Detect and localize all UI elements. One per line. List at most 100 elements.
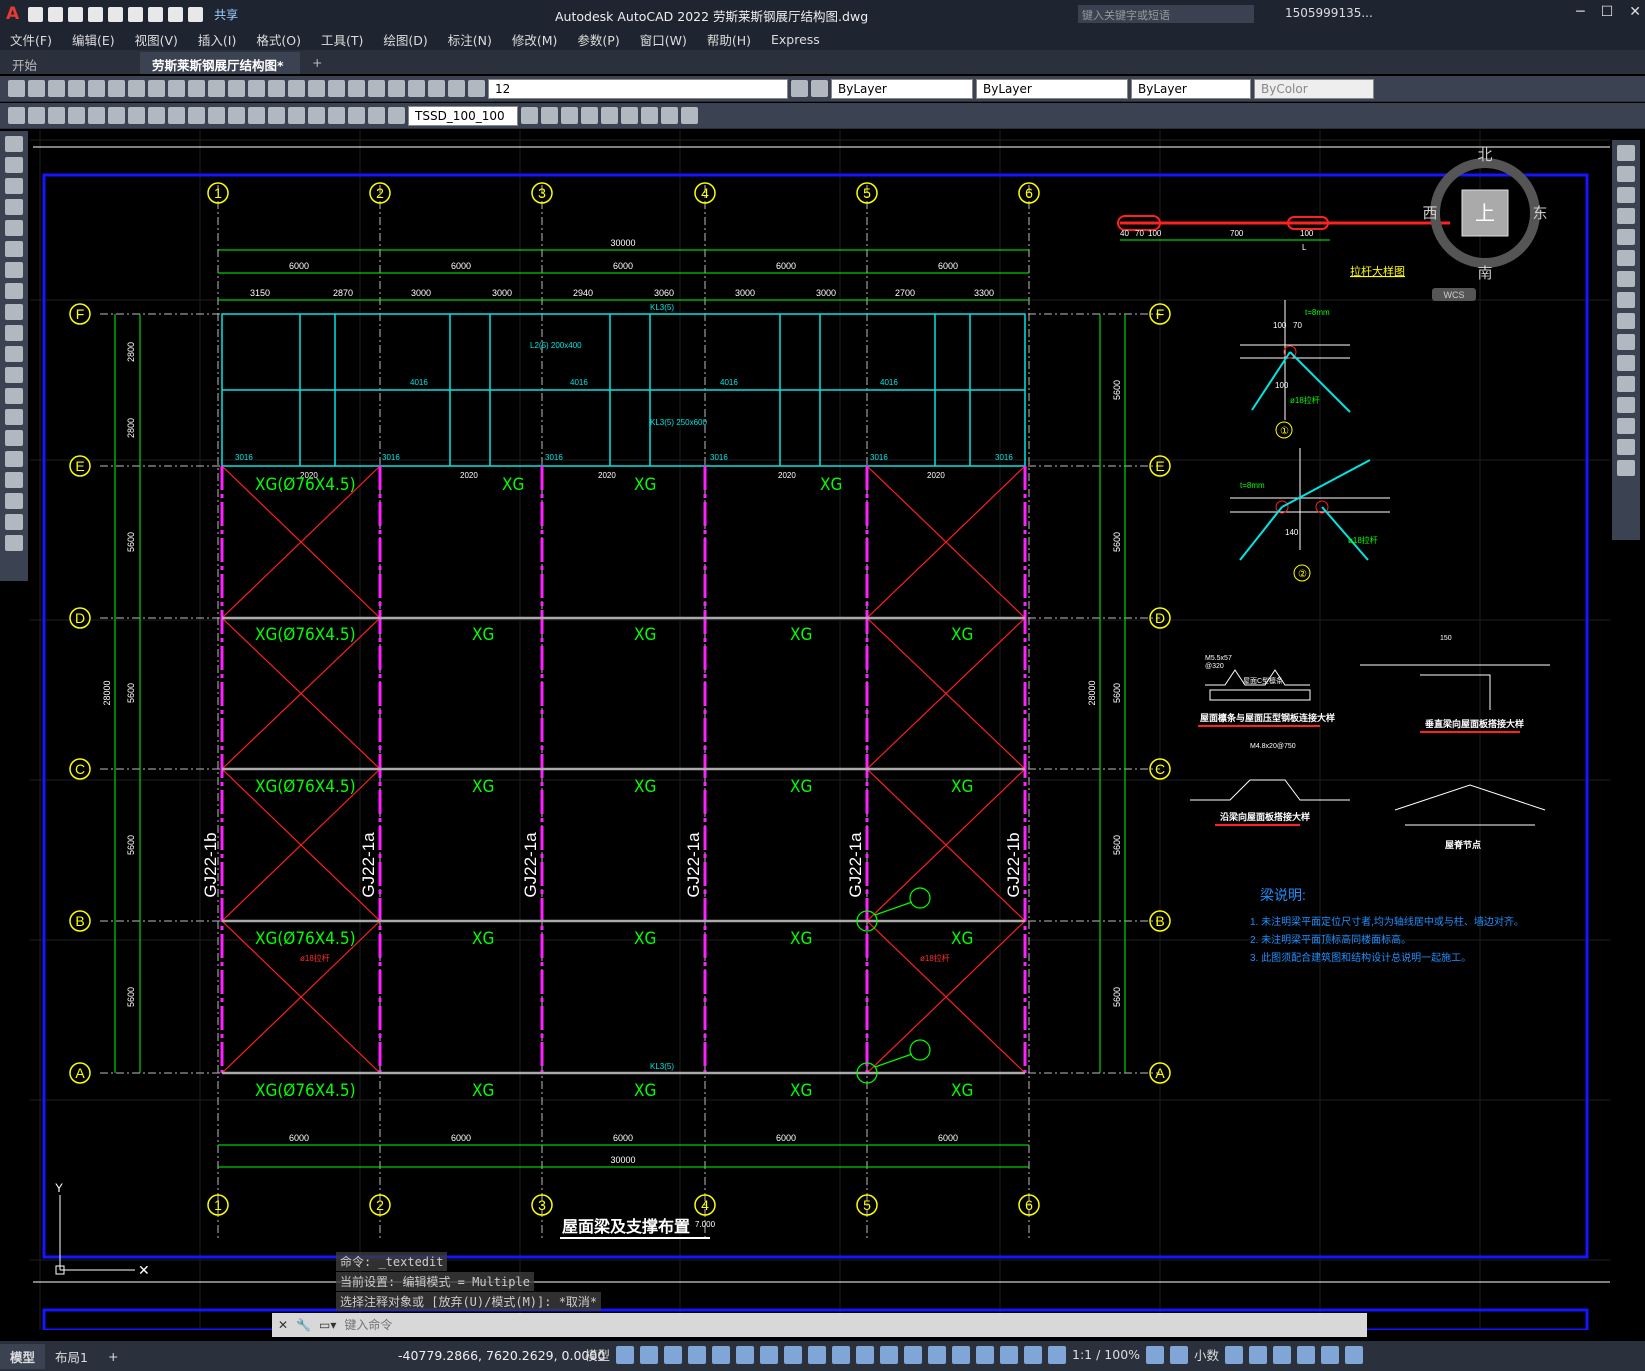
rectangle-icon[interactable]: [5, 220, 23, 236]
break-icon[interactable]: [1617, 376, 1635, 392]
revcloud-icon[interactable]: [5, 283, 23, 299]
stretch-icon[interactable]: [1617, 313, 1635, 329]
point-icon[interactable]: [5, 409, 23, 425]
copy-obj-icon[interactable]: [1617, 166, 1635, 182]
offset-icon[interactable]: [1617, 208, 1635, 224]
print-icon[interactable]: [68, 80, 85, 97]
infer-icon[interactable]: [664, 1345, 683, 1364]
gradient-icon[interactable]: [5, 451, 23, 467]
insert-block-icon[interactable]: [5, 367, 23, 383]
maximize-icon[interactable]: ☐: [1601, 4, 1614, 20]
preview-icon[interactable]: [88, 80, 105, 97]
xline-icon[interactable]: [5, 157, 23, 173]
dim-space-icon[interactable]: [228, 107, 245, 124]
viewcube[interactable]: 上 北 南 东 西 WCS: [1422, 147, 1548, 301]
otrack-icon[interactable]: [784, 1345, 803, 1364]
color-combo[interactable]: ByLayer: [831, 78, 973, 99]
wcs-button[interactable]: WCS: [1444, 290, 1465, 300]
annot-visibility-icon[interactable]: [1000, 1345, 1019, 1364]
annot-scale-icon[interactable]: [1048, 1345, 1067, 1364]
toolpalette-icon[interactable]: [368, 80, 385, 97]
arc-icon[interactable]: [5, 241, 23, 257]
menu-dimension[interactable]: 标注(N): [438, 30, 502, 49]
zoom-prev-icon[interactable]: [308, 80, 325, 97]
trim-icon[interactable]: [1617, 334, 1635, 350]
extend-icon[interactable]: [1617, 355, 1635, 371]
scale-icon[interactable]: [1617, 292, 1635, 308]
plotstyle-combo[interactable]: ByColor: [1254, 78, 1374, 99]
dim-linear-icon[interactable]: [8, 107, 25, 124]
linetype-combo[interactable]: ByLayer: [976, 78, 1128, 99]
hatch-icon[interactable]: [5, 430, 23, 446]
jogged-linear-icon[interactable]: [328, 107, 345, 124]
dim-break-icon[interactable]: [248, 107, 265, 124]
model-space-toggle[interactable]: 模型: [585, 1345, 610, 1364]
menu-draw[interactable]: 绘图(D): [373, 30, 437, 49]
dimedit-icon[interactable]: [348, 107, 365, 124]
tab-start[interactable]: 开始: [0, 52, 140, 74]
dim-update-icon[interactable]: [388, 107, 405, 124]
add-icon[interactable]: [1170, 1345, 1189, 1364]
isolate-icon[interactable]: [1273, 1345, 1292, 1364]
redo-tb-icon[interactable]: [228, 80, 245, 97]
minimize-icon[interactable]: ─: [1576, 4, 1584, 20]
lineweight-combo[interactable]: ByLayer: [1131, 78, 1251, 99]
selection-cycle-icon[interactable]: [880, 1345, 899, 1364]
dim-radius-icon[interactable]: [88, 107, 105, 124]
open-file-icon[interactable]: [48, 6, 64, 22]
dimstyle-icon[interactable]: [521, 107, 538, 124]
menu-window[interactable]: 窗口(W): [630, 30, 697, 49]
menu-express[interactable]: Express: [761, 32, 830, 47]
menu-help[interactable]: 帮助(H): [697, 30, 761, 49]
osnap-icon[interactable]: [808, 1345, 827, 1364]
cmd-prompt-icon[interactable]: ▭▾: [319, 1318, 336, 1332]
web-save-icon[interactable]: [128, 6, 144, 22]
add-selected-icon[interactable]: [5, 535, 23, 551]
undo-icon[interactable]: [168, 6, 184, 22]
menu-edit[interactable]: 编辑(E): [62, 30, 125, 49]
lineweight-icon[interactable]: [832, 1345, 851, 1364]
quickprops-icon[interactable]: [1225, 1345, 1244, 1364]
menu-format[interactable]: 格式(O): [246, 30, 311, 49]
menu-parametric[interactable]: 参数(P): [567, 30, 629, 49]
user-account[interactable]: 1505999135...: [1285, 6, 1373, 20]
designcenter-icon[interactable]: [348, 80, 365, 97]
move-icon[interactable]: [1617, 250, 1635, 266]
polar-icon[interactable]: [736, 1345, 755, 1364]
erase-icon[interactable]: [1617, 145, 1635, 161]
tolerance-icon[interactable]: [268, 107, 285, 124]
line-icon[interactable]: [5, 136, 23, 152]
union-icon[interactable]: [621, 107, 638, 124]
drawing-canvas[interactable]: 30000 6000 6000 6000 6000 6000 3150 2870…: [30, 130, 1610, 1330]
command-input[interactable]: [344, 1318, 945, 1332]
pline-icon[interactable]: [5, 178, 23, 194]
tab-model[interactable]: 模型: [0, 1343, 46, 1369]
explode-icon[interactable]: [1617, 460, 1635, 476]
markup-icon[interactable]: [408, 80, 425, 97]
customize-cmd-icon[interactable]: 🔧: [296, 1318, 311, 1332]
mtext-icon[interactable]: [5, 514, 23, 530]
copy-icon[interactable]: [148, 80, 165, 97]
calc-icon[interactable]: [428, 80, 445, 97]
menu-insert[interactable]: 插入(I): [188, 30, 246, 49]
spline-icon[interactable]: [5, 304, 23, 320]
lock-ui-icon[interactable]: [1249, 1345, 1268, 1364]
zoom-icon[interactable]: [268, 80, 285, 97]
zoom-window-icon[interactable]: [288, 80, 305, 97]
tab-layout1[interactable]: 布局1: [45, 1344, 98, 1369]
ucs-icon[interactable]: [681, 107, 698, 124]
new-tab-icon[interactable]: +: [300, 52, 334, 74]
chamfer-icon[interactable]: [1617, 418, 1635, 434]
ellipse-icon[interactable]: [5, 325, 23, 341]
array-icon[interactable]: [1617, 229, 1635, 245]
redo-icon[interactable]: [188, 6, 204, 22]
polygon-icon[interactable]: [5, 199, 23, 215]
dim-ordinate-icon[interactable]: [68, 107, 85, 124]
ortho-icon[interactable]: [712, 1345, 731, 1364]
workspace-icon[interactable]: [1146, 1345, 1165, 1364]
ellipse-arc-icon[interactable]: [5, 346, 23, 362]
menu-tools[interactable]: 工具(T): [311, 30, 373, 49]
viewcube-north[interactable]: 北: [1477, 147, 1492, 164]
viewcube-top[interactable]: 上: [1475, 202, 1495, 225]
isodraft-icon[interactable]: [760, 1345, 779, 1364]
